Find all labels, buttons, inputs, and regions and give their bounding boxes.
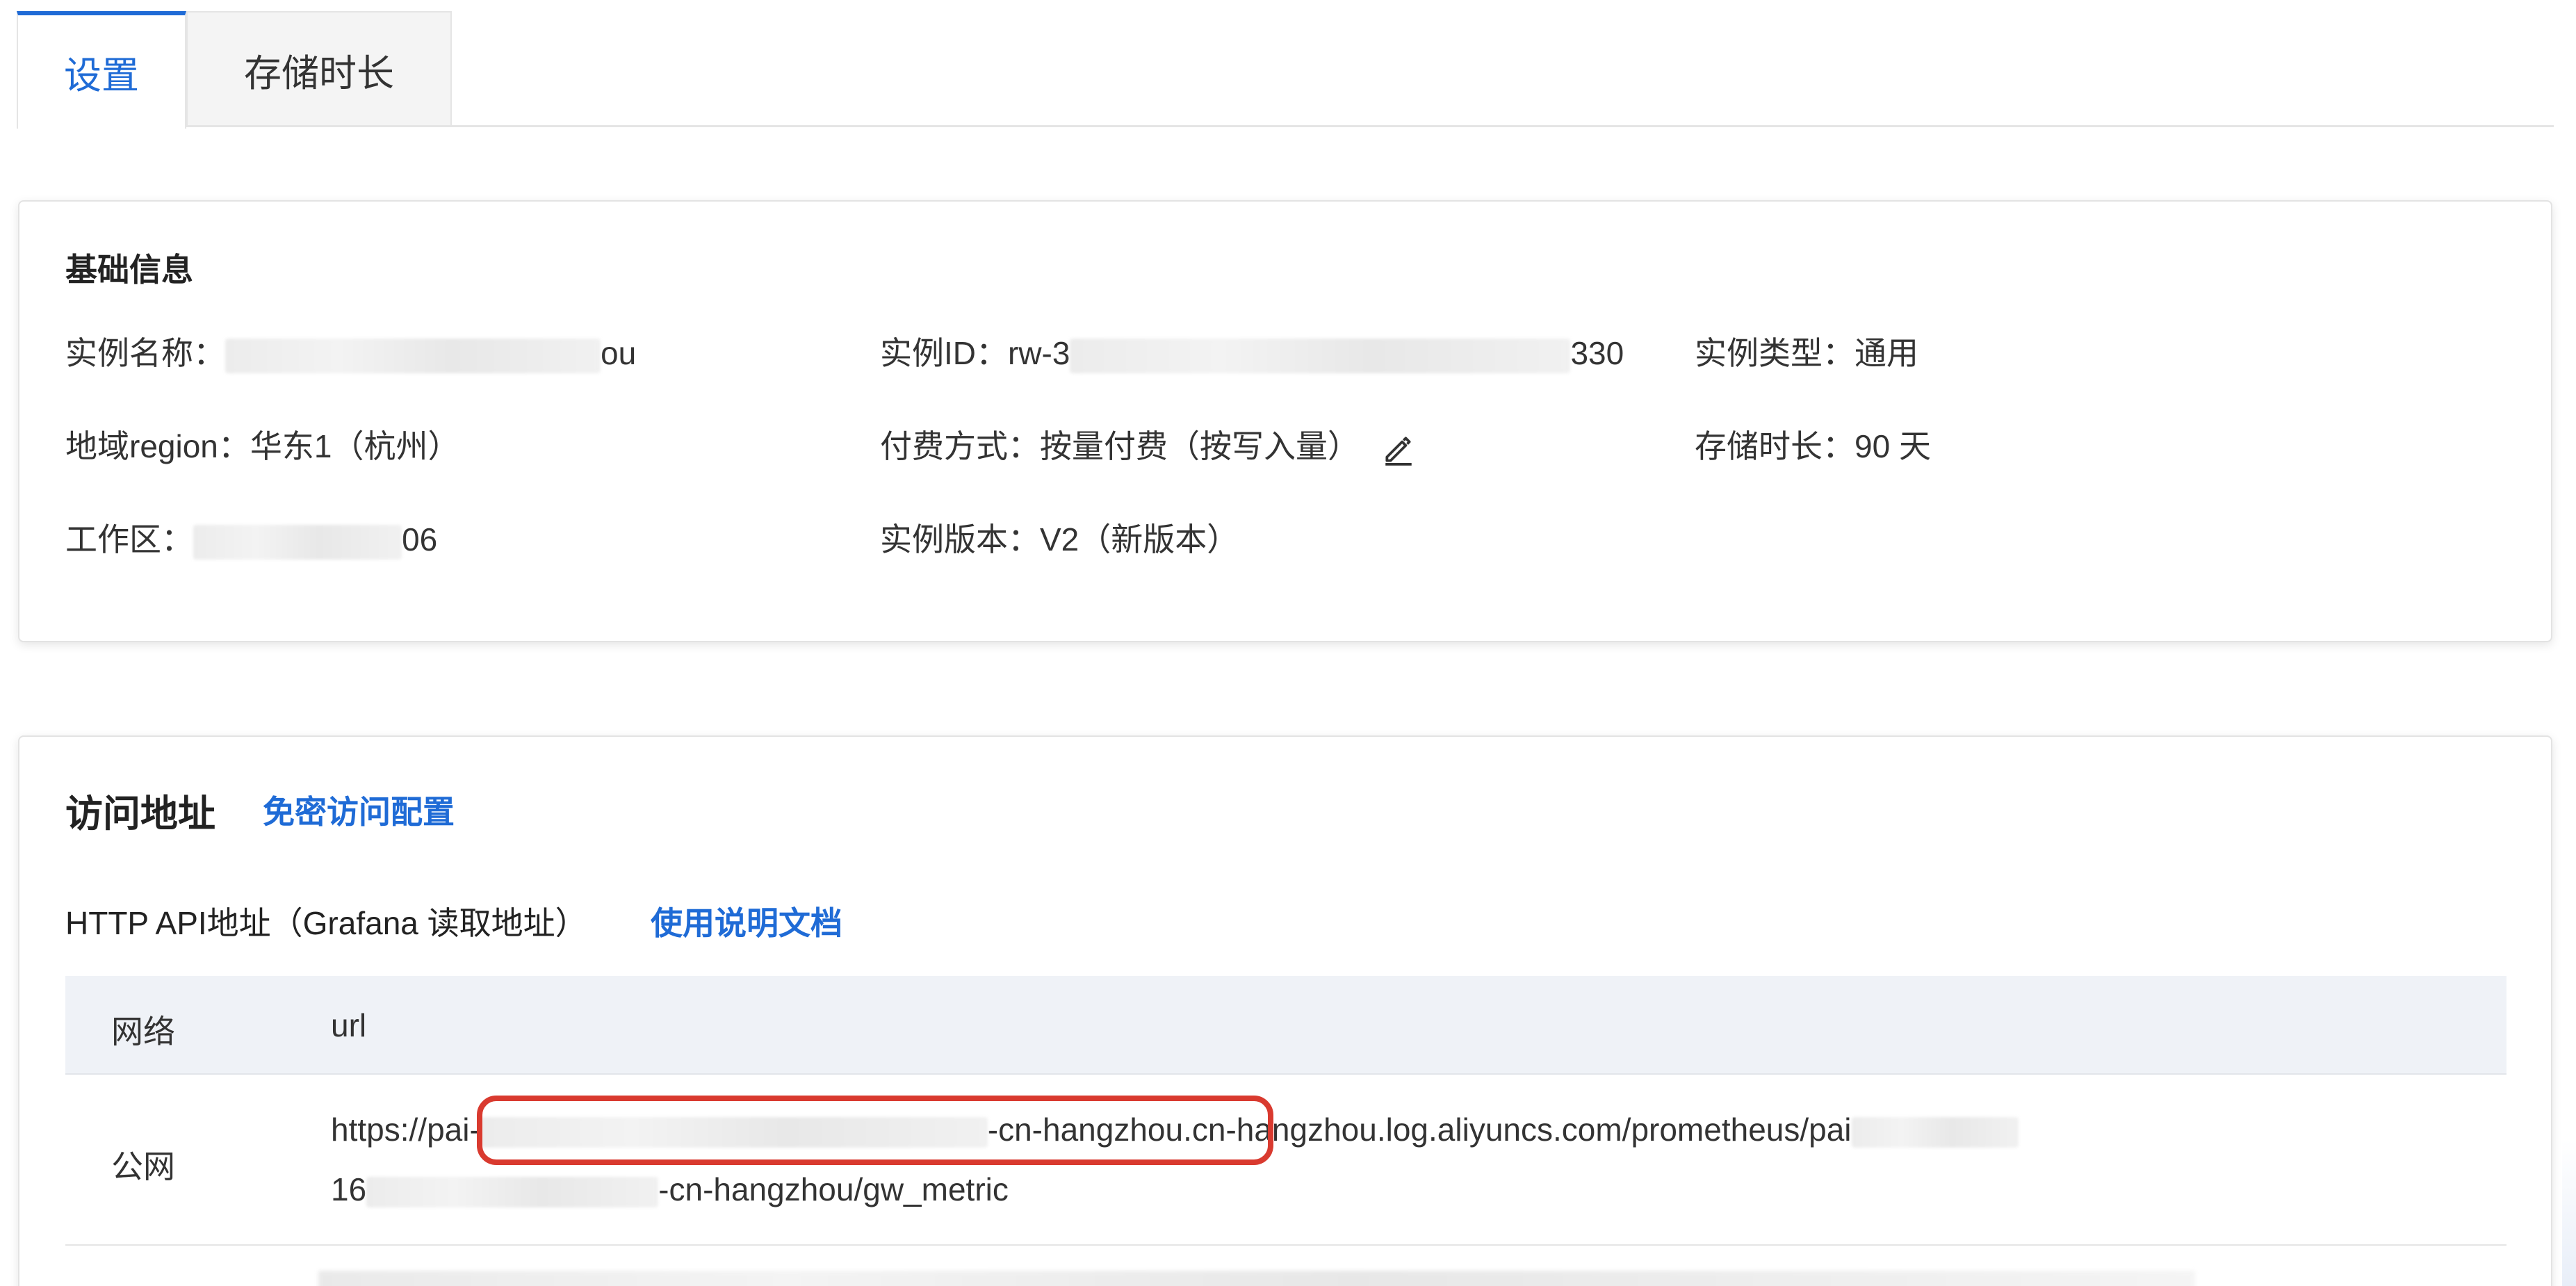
header-network: 网络 (111, 1014, 175, 1050)
free-login-config-link[interactable]: 免密访问配置 (263, 787, 455, 833)
instance-id-prefix: rw-3 (1008, 335, 1070, 371)
http-api-label: HTTP API地址（Grafana 读取地址） (65, 905, 587, 941)
region: 地域region：华东1（杭州） (65, 421, 459, 467)
instance-id-suffix: 330 (1570, 335, 1624, 371)
url-line-1-prefix: https://pai- (331, 1112, 480, 1148)
tab-storage-duration-label: 存储时长 (244, 52, 394, 95)
redacted-instance-id (1070, 338, 1571, 373)
url-line-2[interactable]: 16 -cn-hangzhou/gw_metric (331, 1171, 1009, 1208)
redacted-instance-name (225, 338, 601, 373)
storage-value: 90 天 (1854, 428, 1931, 464)
redacted-url-tail (1851, 1116, 2019, 1148)
usage-doc-link[interactable]: 使用说明文档 (651, 898, 842, 944)
url-line-2-prefix: 16 (331, 1171, 367, 1207)
page: 设置 存储时长 基础信息 实例名称： ou 实例ID：rw-3 330 实例类型：通… (0, 0, 2576, 1286)
workspace: 工作区： 06 (65, 514, 437, 560)
table-header: 网络 url (65, 976, 2506, 1075)
workspace-label: 工作区： (65, 521, 193, 557)
instance-type: 实例类型：通用 (1695, 328, 1918, 374)
billing-value: 按量付费（按写入量） (1040, 428, 1360, 464)
region-label: 地域region： (65, 428, 250, 464)
tab-storage-duration[interactable]: 存储时长 (186, 11, 452, 127)
workspace-suffix: 06 (402, 521, 438, 557)
row-network: 公网 (111, 1148, 175, 1185)
storage-label: 存储时长： (1695, 428, 1854, 464)
header-url: url (331, 1007, 367, 1043)
tab-settings[interactable]: 设置 (17, 11, 186, 129)
basic-info-card: 基础信息 实例名称： ou 实例ID：rw-3 330 实例类型：通用 地域regi… (18, 200, 2552, 642)
instance-name-label: 实例名称： (65, 335, 225, 371)
region-value: 华东1（杭州） (250, 428, 460, 464)
pencil-edit-icon[interactable] (1381, 432, 1416, 466)
tab-divider (17, 125, 2554, 127)
version-label: 实例版本： (880, 521, 1040, 557)
tab-settings-label: 设置 (64, 55, 139, 97)
instance-name-suffix: ou (601, 335, 637, 371)
instance-version: 实例版本：V2（新版本） (880, 514, 1239, 560)
tab-bar: 设置 存储时长 (17, 11, 2554, 129)
instance-name: 实例名称： ou (65, 328, 636, 374)
access-address-title: 访问地址 (65, 793, 215, 835)
instance-id: 实例ID：rw-3 330 (880, 328, 1624, 374)
access-address-card: 访问地址 免密访问配置 HTTP API地址（Grafana 读取地址） 使用说… (18, 735, 2552, 1286)
redacted-workspace (193, 524, 402, 560)
highlight-annotation (477, 1096, 1273, 1165)
storage-duration: 存储时长：90 天 (1695, 421, 1931, 467)
redacted-url-segment-2 (366, 1176, 659, 1207)
table-row: 公网 https://pai- -cn-hangzhou.cn-hangzhou.… (65, 1075, 2506, 1246)
url-line-2-suffix: -cn-hangzhou/gw_metric (658, 1171, 1009, 1207)
billing-method: 付费方式：按量付费（按写入量） (880, 421, 1416, 467)
version-value: V2（新版本） (1040, 521, 1239, 557)
instance-type-label: 实例类型： (1695, 335, 1854, 371)
partial-next-row (318, 1271, 2195, 1286)
edge-decoration (2562, 1140, 2576, 1286)
billing-label: 付费方式： (880, 428, 1040, 464)
basic-info-title: 基础信息 (65, 252, 193, 288)
instance-id-label: 实例ID： (880, 335, 1008, 371)
instance-type-value: 通用 (1854, 335, 1918, 371)
